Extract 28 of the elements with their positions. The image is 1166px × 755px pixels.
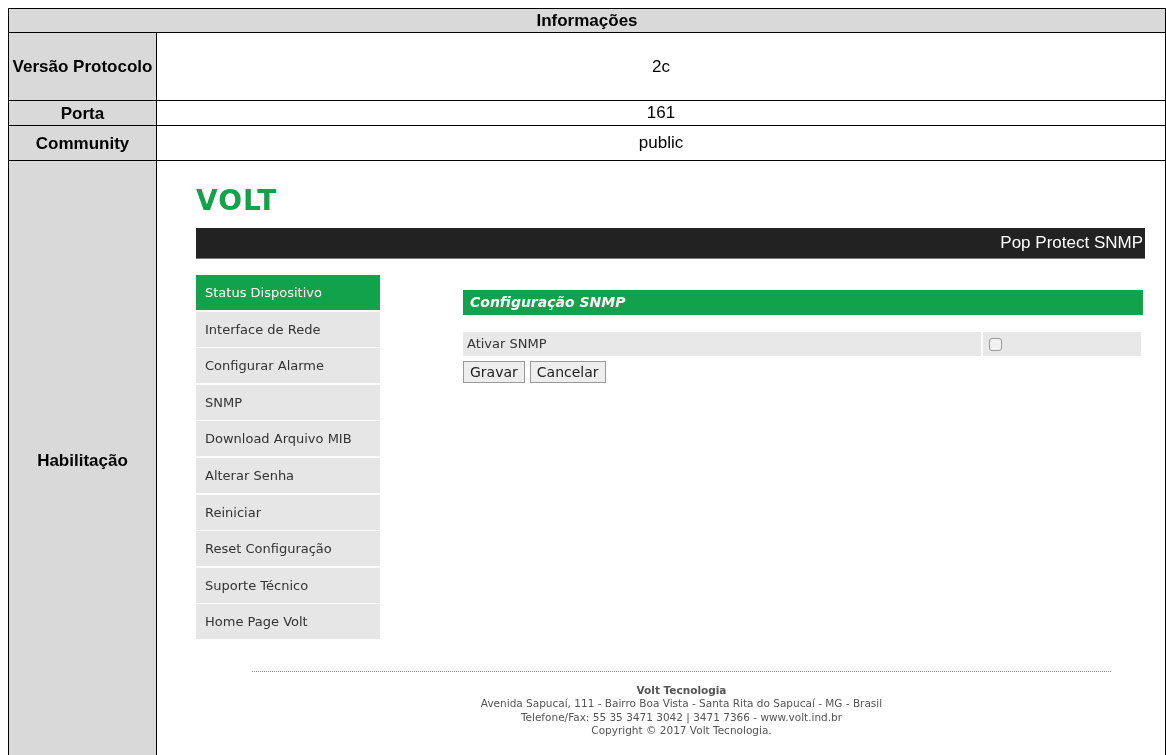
checkbox[interactable]: [989, 337, 1002, 351]
table-cell: 161: [157, 101, 1166, 126]
table-cell: Versão Protocolo: [9, 33, 157, 101]
table-header: Informações: [9, 9, 1166, 33]
form-button[interactable]: Cancelar: [529, 361, 606, 383]
setting-label: Ativar SNMP: [463, 332, 981, 356]
menu-item[interactable]: Alterar Senha: [196, 457, 380, 493]
table-cell: 2c: [157, 33, 1166, 101]
menu-item[interactable]: Reset Configuração: [196, 531, 380, 567]
table-cell: Community: [9, 126, 157, 161]
logo: VOLT: [196, 187, 279, 215]
table-cell: Porta: [9, 101, 157, 126]
menu-item[interactable]: SNMP: [196, 384, 380, 420]
menu-item[interactable]: Reiniciar: [196, 494, 380, 530]
footer-text: Copyright © 2017 Volt Tecnologia.: [590, 724, 773, 738]
product-title: Pop Protect SNMP: [1000, 233, 1144, 253]
menu-item[interactable]: Interface de Rede: [196, 311, 380, 347]
menu-item[interactable]: Suporte Técnico: [196, 567, 380, 603]
footer-company: Volt Tecnologia: [635, 683, 728, 698]
menu-item[interactable]: Download Arquivo MIB: [196, 421, 380, 457]
form-button[interactable]: Gravar: [463, 361, 525, 383]
menu-item[interactable]: Configurar Alarme: [196, 348, 380, 384]
footer-text: Telefone/Fax: 55 35 3471 3042 | 3471 7366 - www.volt.ind.br: [519, 710, 844, 725]
table-cell: public: [157, 126, 1166, 161]
table-cell: Habilitação: [9, 161, 157, 755]
menu-item[interactable]: Home Page Volt: [196, 604, 380, 640]
footer-text: Avenida Sapucaí, 111 - Bairro Boa Vista - Santa Rita do Sapucaí - MG - Brasil: [479, 697, 884, 711]
section-title: Configuração SNMP: [463, 290, 1143, 315]
